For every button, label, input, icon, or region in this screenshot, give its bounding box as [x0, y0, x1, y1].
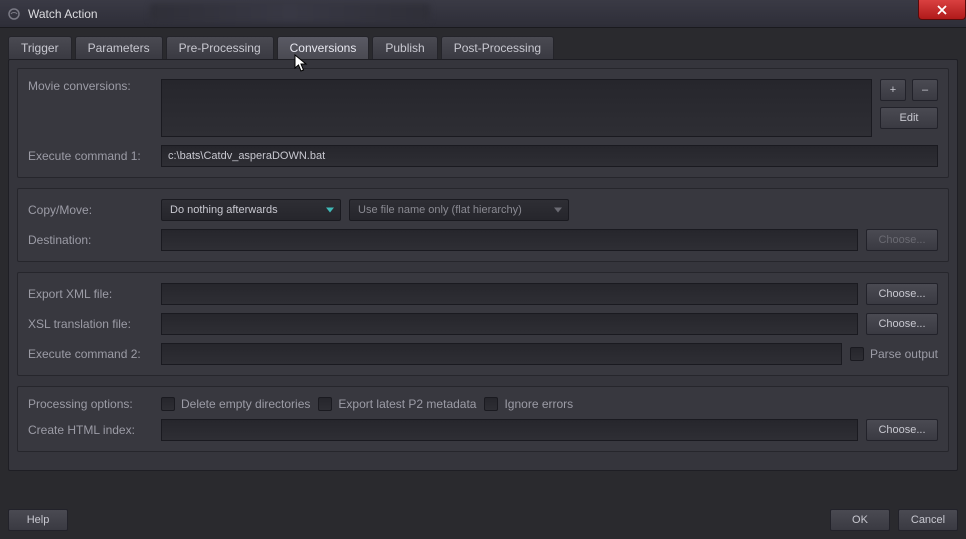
checkbox-box — [850, 347, 864, 361]
close-icon — [937, 5, 947, 15]
titlebar: Watch Action — [0, 0, 966, 28]
ok-button[interactable]: OK — [830, 509, 890, 531]
edit-conversion-button[interactable]: Edit — [880, 107, 938, 129]
chevron-down-icon — [326, 208, 334, 213]
dialog-footer: Help OK Cancel — [8, 509, 958, 531]
hierarchy-value: Use file name only (flat hierarchy) — [358, 204, 522, 216]
parse-output-label: Parse output — [870, 347, 938, 361]
chevron-down-icon — [554, 208, 562, 213]
ignore-errors-checkbox[interactable]: Ignore errors — [484, 397, 573, 411]
tab-conversions[interactable]: Conversions — [277, 36, 370, 59]
exec-cmd2-label: Execute command 2: — [28, 347, 153, 361]
app-icon — [6, 6, 22, 22]
export-p2-label: Export latest P2 metadata — [338, 397, 476, 411]
movie-conversions-list[interactable] — [161, 79, 872, 137]
group-movie-conversions: Movie conversions: + – Edit Execute comm… — [17, 68, 949, 178]
export-xml-choose-button[interactable]: Choose... — [866, 283, 938, 305]
export-xml-label: Export XML file: — [28, 287, 153, 301]
create-html-label: Create HTML index: — [28, 423, 153, 437]
checkbox-box — [484, 397, 498, 411]
tab-bar: Trigger Parameters Pre-Processing Conver… — [8, 36, 958, 59]
cancel-button[interactable]: Cancel — [898, 509, 958, 531]
window-title: Watch Action — [28, 7, 98, 21]
export-xml-input[interactable] — [161, 283, 858, 305]
tab-post-processing[interactable]: Post-Processing — [441, 36, 554, 59]
copy-move-select[interactable]: Do nothing afterwards — [161, 199, 341, 221]
delete-empty-checkbox[interactable]: Delete empty directories — [161, 397, 310, 411]
parse-output-checkbox[interactable]: Parse output — [850, 347, 938, 361]
window-close-button[interactable] — [918, 0, 966, 20]
create-html-choose-button[interactable]: Choose... — [866, 419, 938, 441]
destination-label: Destination: — [28, 233, 153, 247]
exec-cmd2-input[interactable] — [161, 343, 842, 365]
destination-choose-button[interactable]: Choose... — [866, 229, 938, 251]
xsl-input[interactable] — [161, 313, 858, 335]
processing-options-label: Processing options: — [28, 397, 153, 411]
movie-conversions-label: Movie conversions: — [28, 79, 153, 93]
ignore-errors-label: Ignore errors — [504, 397, 573, 411]
checkbox-box — [161, 397, 175, 411]
group-copy-move: Copy/Move: Do nothing afterwards Use fil… — [17, 188, 949, 262]
help-button[interactable]: Help — [8, 509, 68, 531]
group-export: Export XML file: Choose... XSL translati… — [17, 272, 949, 376]
destination-input[interactable] — [161, 229, 858, 251]
blurred-background — [150, 4, 430, 22]
tab-parameters[interactable]: Parameters — [75, 36, 163, 59]
export-p2-checkbox[interactable]: Export latest P2 metadata — [318, 397, 476, 411]
tab-pre-processing[interactable]: Pre-Processing — [166, 36, 274, 59]
hierarchy-select[interactable]: Use file name only (flat hierarchy) — [349, 199, 569, 221]
create-html-input[interactable] — [161, 419, 858, 441]
tab-trigger[interactable]: Trigger — [8, 36, 72, 59]
xsl-label: XSL translation file: — [28, 317, 153, 331]
xsl-choose-button[interactable]: Choose... — [866, 313, 938, 335]
exec-cmd1-input[interactable] — [161, 145, 938, 167]
copy-move-value: Do nothing afterwards — [170, 204, 278, 216]
checkbox-box — [318, 397, 332, 411]
tab-publish[interactable]: Publish — [372, 36, 437, 59]
delete-empty-label: Delete empty directories — [181, 397, 310, 411]
add-conversion-button[interactable]: + — [880, 79, 906, 101]
group-processing-options: Processing options: Delete empty directo… — [17, 386, 949, 452]
copy-move-label: Copy/Move: — [28, 203, 153, 217]
remove-conversion-button[interactable]: – — [912, 79, 938, 101]
tab-content: Movie conversions: + – Edit Execute comm… — [8, 59, 958, 471]
exec-cmd1-label: Execute command 1: — [28, 149, 153, 163]
